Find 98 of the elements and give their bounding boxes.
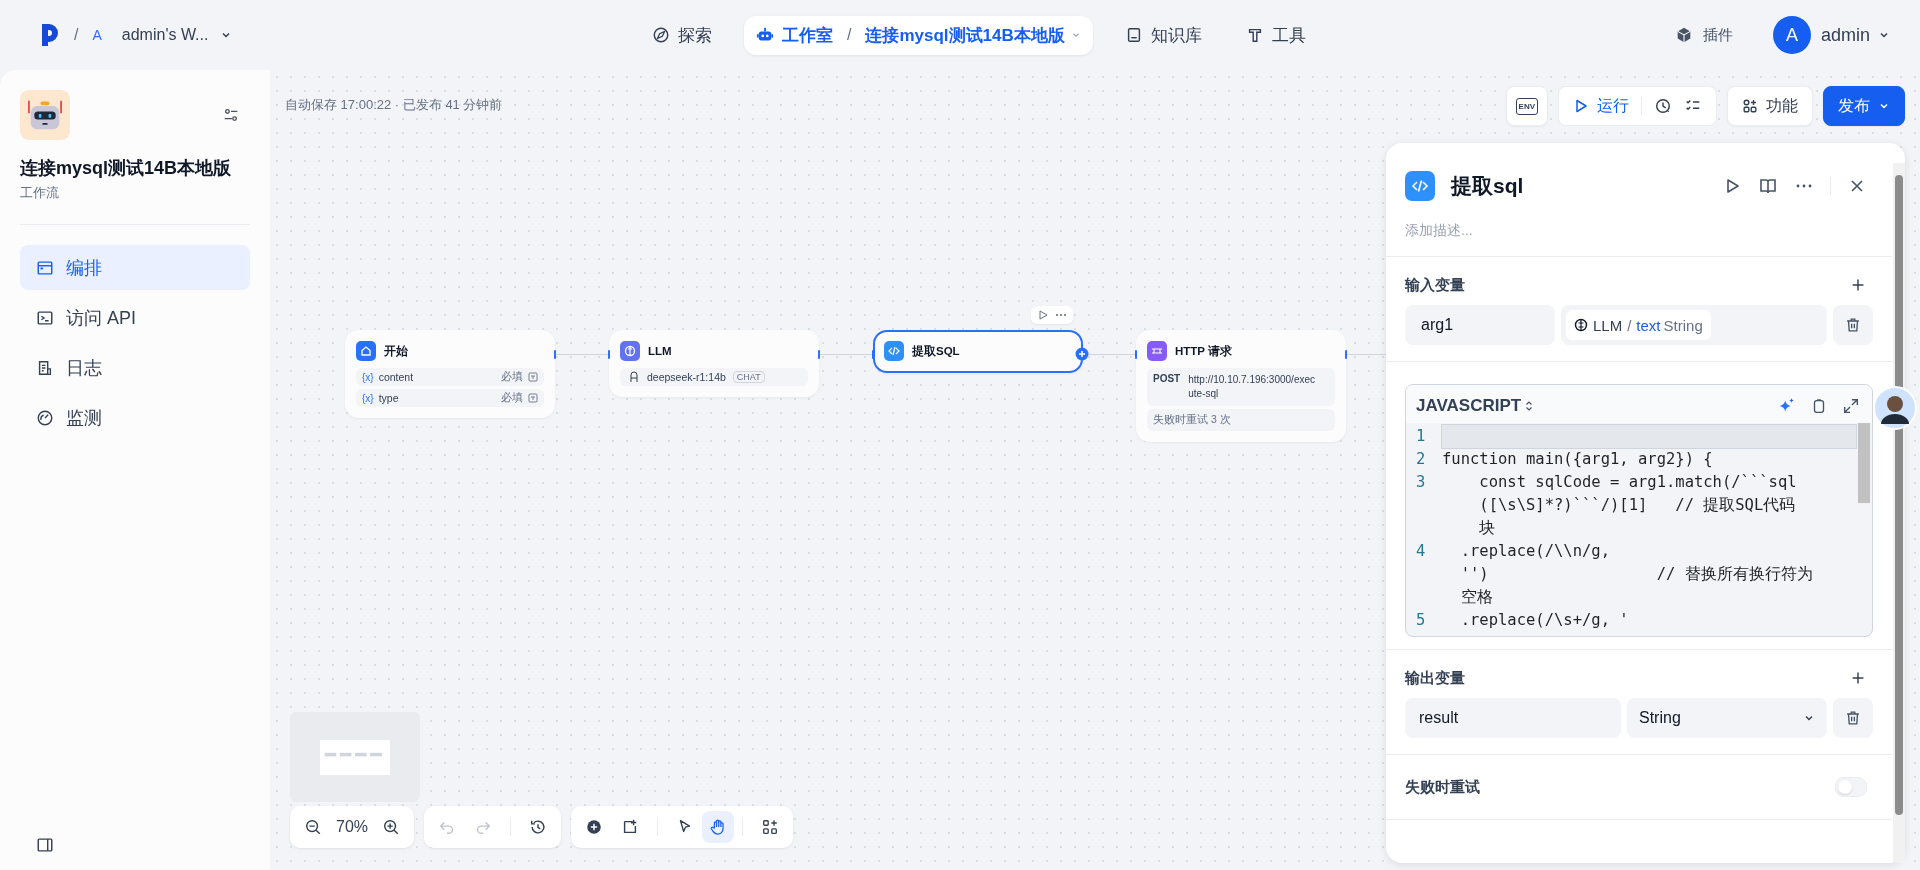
delete-button[interactable]: [1833, 305, 1873, 345]
history-icon[interactable]: [529, 818, 548, 836]
explore-tab[interactable]: 探索: [640, 15, 724, 55]
input-type-icon: [528, 372, 538, 382]
input-type-icon: [528, 393, 538, 403]
node-title: 开始: [384, 343, 408, 359]
workflow-node[interactable]: HTTP 请求 POST http://10.10.7.196:3000/execute-sql 失败时重试 3 次: [1136, 330, 1346, 442]
variable-name-field[interactable]: result: [1405, 698, 1621, 738]
line-number: 3: [1415, 472, 1427, 493]
http-method: POST: [1153, 373, 1181, 384]
sidebar-item[interactable]: 编排: [20, 245, 250, 290]
variable-name: content: [378, 371, 415, 383]
model-icon: [628, 371, 640, 383]
variable-reference-field[interactable]: LLM / text String: [1561, 305, 1827, 345]
section-title: 输入变量: [1405, 275, 1465, 295]
sidebar-toggle-icon[interactable]: [36, 836, 54, 854]
code-line: function main({arg1, arg2}) {: [1442, 449, 1714, 470]
trash-icon: [1844, 316, 1862, 334]
terminal-icon: [36, 308, 54, 327]
zoom-out-icon[interactable]: [304, 818, 322, 836]
node-title: 提取SQL: [912, 343, 960, 359]
studio-tab[interactable]: 工作室 / 连接mysql测试14B本地版: [744, 15, 1093, 55]
zoom-level[interactable]: 70%: [336, 818, 369, 836]
viewport-thumbnail-drawing: [320, 739, 390, 775]
gauge-icon: [36, 408, 54, 427]
book-icon[interactable]: [1758, 176, 1778, 196]
workflow-node[interactable]: 开始 {x} content 必填 {x} type 必填: [345, 330, 555, 418]
compass-icon: [652, 26, 670, 44]
line-number: 5: [1415, 610, 1427, 631]
expand-icon[interactable]: [1842, 397, 1860, 415]
plugins-button[interactable]: 插件: [1674, 25, 1733, 45]
request-url: http://10.10.7.196:3000/execute-sql: [1188, 373, 1316, 401]
app-type: 工作流: [20, 184, 60, 202]
play-icon: [1573, 98, 1589, 114]
features-button[interactable]: 功能: [1727, 86, 1813, 126]
document-icon: [36, 358, 54, 377]
variable-name: type: [378, 392, 400, 404]
variable-icon: {x}: [362, 371, 374, 383]
knowledge-tab[interactable]: 知识库: [1112, 15, 1214, 55]
retry-label: 失败时重试: [1405, 777, 1480, 797]
required-label: 必填: [501, 370, 523, 384]
required-label: 必填: [501, 391, 523, 405]
line-number: 1: [1415, 426, 1427, 447]
avatar[interactable]: [1873, 386, 1917, 430]
play-icon[interactable]: [1037, 309, 1049, 321]
hand-tool[interactable]: [702, 811, 735, 843]
env-button[interactable]: ENV: [1505, 86, 1548, 126]
add-node-button[interactable]: [1075, 347, 1089, 361]
separator-slash: /: [74, 26, 79, 44]
panel-title[interactable]: 提取sql: [1451, 172, 1524, 200]
code-line: const sqlCode = arg1.match(/```sql ([\s\S]*?)```/)[1] // 提取SQL代码 块: [1478, 472, 1798, 539]
user-avatar[interactable]: A: [1772, 16, 1811, 54]
code-icon: [884, 341, 904, 361]
language-selector[interactable]: JAVASCRIPT: [1416, 396, 1536, 416]
run-button[interactable]: 运行: [1573, 95, 1629, 117]
grid-plus-icon: [1742, 98, 1758, 114]
app-name: 连接mysql测试14B本地版: [20, 157, 233, 180]
code-line: .replace(/\s+/g, ': [1459, 610, 1630, 631]
delete-button[interactable]: [1833, 698, 1873, 738]
grid-plus-icon[interactable]: [761, 818, 780, 836]
model-name: deepseek-r1:14b: [647, 371, 726, 383]
scrollbar[interactable]: [1893, 163, 1905, 863]
line-number: 2: [1415, 449, 1427, 470]
variable-reference[interactable]: LLM / text String: [1566, 310, 1711, 340]
autosave-status: 自动保存 17:00:22 · 已发布 41 分钟前: [285, 96, 503, 114]
tools-tab[interactable]: 工具: [1233, 15, 1318, 55]
variable-name-field[interactable]: arg1: [1405, 305, 1555, 345]
variable-icon: {x}: [362, 392, 374, 404]
sidebar-item[interactable]: 监测: [20, 395, 250, 440]
node-title: LLM: [648, 345, 672, 357]
scrollbar[interactable]: [1858, 423, 1870, 503]
sidebar-item[interactable]: 访问 API: [20, 295, 250, 340]
account-menu[interactable]: admin: [1820, 24, 1890, 46]
retry-label: 失败时重试 3 次: [1147, 409, 1335, 431]
sidebar-item[interactable]: 日志: [20, 345, 250, 390]
app-switcher[interactable]: 连接mysql测试14B本地版: [865, 23, 1081, 47]
settings-icon[interactable]: [222, 106, 240, 124]
zoom-in-icon[interactable]: [382, 818, 401, 836]
code-line: .replace(/\\n/g, '') // 替换所有换行符为 空格: [1459, 541, 1814, 608]
mode-badge: CHAT: [732, 371, 765, 383]
publish-button[interactable]: 发布: [1823, 86, 1905, 126]
type-select[interactable]: String: [1627, 698, 1827, 738]
separator-slash: /: [847, 26, 852, 44]
history-icon[interactable]: [1654, 97, 1672, 115]
node-title: HTTP 请求: [1175, 343, 1232, 359]
app-icon: [20, 90, 70, 140]
code-editor[interactable]: JAVASCRIPT 1 2 function main({arg1, arg2}) { 3 const sqlCode = arg1.match(/```sql ([\s\S]*?)```/)[1] // 提取SQL代码 块 4 .replace(/\\n/g, '') // 替换所有换行符为 空格 5 .replace(/\s+/g, ': [1405, 384, 1873, 637]
section-title: 输出变量: [1405, 668, 1465, 688]
code-icon: [1405, 171, 1435, 201]
workflow-node[interactable]: LLM deepseek-r1:14b CHAT: [609, 330, 819, 397]
add-node-icon[interactable]: [585, 818, 604, 836]
workspace-switcher[interactable]: A admin's W...: [92, 26, 233, 44]
line-number: 4: [1415, 541, 1427, 562]
trash-icon: [1844, 709, 1862, 727]
logo[interactable]: [40, 22, 60, 48]
window-icon: [36, 258, 54, 277]
retry-toggle[interactable]: [1835, 777, 1867, 797]
home-icon: [356, 341, 376, 361]
